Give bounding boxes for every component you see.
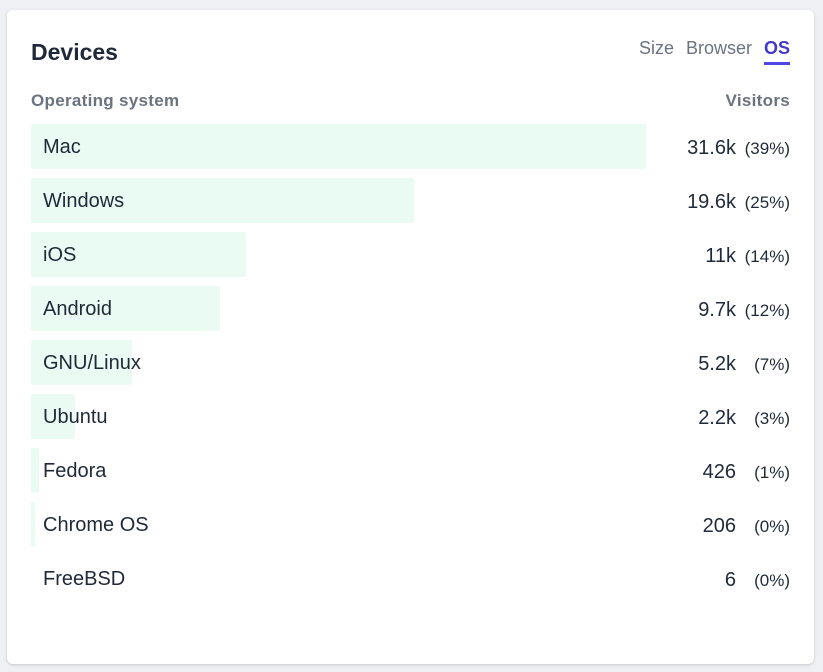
- card-title: Devices: [31, 39, 118, 65]
- list-item[interactable]: Chrome OS 206 (0%): [31, 502, 790, 547]
- tab-browser[interactable]: Browser: [686, 37, 752, 65]
- list-item[interactable]: Android 9.7k (12%): [31, 286, 790, 331]
- visitor-percent: (0%): [754, 517, 790, 536]
- visitor-count: 9.7k: [698, 299, 736, 321]
- visitor-count: 426: [702, 461, 736, 483]
- visitor-bar: [31, 448, 39, 493]
- visitor-count: 5.2k: [698, 353, 736, 375]
- list-item[interactable]: Ubuntu 2.2k (3%): [31, 394, 790, 439]
- list-item[interactable]: iOS 11k (14%): [31, 232, 790, 277]
- os-name: FreeBSD: [43, 568, 126, 590]
- os-list: Mac 31.6k (39%) Windows 19.6k (25%) iOS …: [31, 124, 790, 610]
- list-item[interactable]: Fedora 426 (1%): [31, 448, 790, 493]
- visitor-percent: (12%): [744, 301, 790, 320]
- os-name: GNU/Linux: [43, 352, 141, 374]
- os-name: Mac: [43, 136, 81, 158]
- column-header-operating-system: Operating system: [31, 91, 180, 110]
- os-name: Ubuntu: [43, 406, 108, 428]
- list-item[interactable]: Mac 31.6k (39%): [31, 124, 790, 169]
- os-name: Android: [43, 298, 112, 320]
- visitor-percent: (39%): [744, 139, 790, 158]
- device-tabs: Size Browser OS: [627, 37, 790, 65]
- visitor-percent: (14%): [744, 247, 790, 266]
- visitor-percent: (7%): [754, 355, 790, 374]
- os-name: Fedora: [43, 460, 107, 482]
- visitor-count: 19.6k: [687, 191, 736, 213]
- list-item[interactable]: GNU/Linux 5.2k (7%): [31, 340, 790, 385]
- tab-size[interactable]: Size: [639, 37, 674, 65]
- list-item[interactable]: Windows 19.6k (25%): [31, 178, 790, 223]
- tab-os[interactable]: OS: [763, 37, 790, 65]
- visitor-percent: (3%): [754, 409, 790, 428]
- visitor-bar: [31, 124, 646, 169]
- visitor-percent: (0%): [754, 571, 790, 590]
- visitor-count: 31.6k: [687, 137, 736, 159]
- visitor-bar: [31, 502, 35, 547]
- column-header-visitors: Visitors: [725, 91, 790, 110]
- visitor-count: 2.2k: [698, 407, 736, 429]
- devices-card: Devices Size Browser OS Operating system…: [7, 10, 814, 664]
- os-name: Chrome OS: [43, 514, 149, 536]
- visitor-count: 206: [702, 515, 736, 537]
- list-item[interactable]: FreeBSD 6 (0%): [31, 556, 790, 601]
- os-name: Windows: [43, 190, 125, 212]
- visitor-percent: (25%): [744, 193, 790, 212]
- visitor-count: 6: [724, 569, 736, 591]
- os-name: iOS: [43, 244, 77, 266]
- visitor-count: 11k: [705, 245, 736, 267]
- visitor-percent: (1%): [754, 463, 790, 482]
